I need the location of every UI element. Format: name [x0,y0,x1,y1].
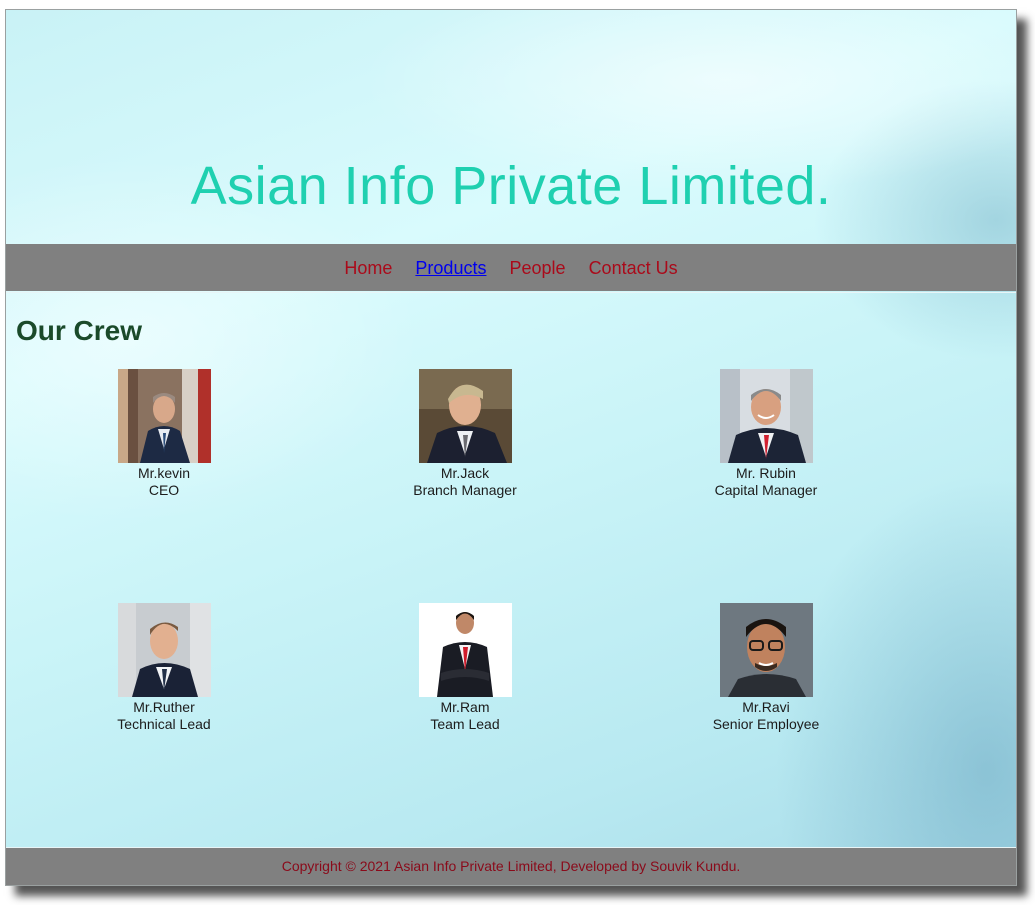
photo-jack [418,369,512,463]
photo-ram [418,603,512,697]
nav-link-home[interactable]: Home [344,258,392,278]
copyright-text: Copyright © 2021 Asian Info Private Limi… [281,858,741,874]
page-frame: Asian Info Private Limited. Home Product… [5,9,1017,886]
header-banner: Asian Info Private Limited. [6,10,1016,244]
member-name: Mr.Jack [440,465,490,481]
photo-kevin [117,369,211,463]
section-heading: Our Crew [16,315,143,346]
member-role: Branch Manager [413,482,517,498]
member-name: Mr.kevin [137,465,191,481]
member-name: Mr.Ruther [133,699,195,715]
main-content: Our Crew Mr.kevin CEO Mr.Jack Branch Man… [6,292,1016,847]
member-role: Capital Manager [714,482,818,498]
member-role: Technical Lead [117,716,211,732]
crew-card-ruther: Mr.Ruther Technical Lead [64,603,264,733]
photo-rubin [719,369,813,463]
photo-ruther [117,603,211,697]
member-name: Mr.Ram [440,699,490,715]
crew-card-ram: Mr.Ram Team Lead [365,603,565,733]
photo-ravi [719,603,813,697]
member-name: Mr.Ravi [742,699,790,715]
footer-bar: Copyright © 2021 Asian Info Private Limi… [6,847,1016,885]
nav-link-people[interactable]: People [509,258,565,278]
crew-card-jack: Mr.Jack Branch Manager [365,369,565,499]
crew-card-kevin: Mr.kevin CEO [64,369,264,499]
crew-card-ravi: Mr.Ravi Senior Employee [666,603,866,733]
member-role: Team Lead [430,716,500,732]
site-title: Asian Info Private Limited. [190,156,832,216]
nav-bar: Home Products People Contact Us [6,244,1016,291]
member-role: Senior Employee [712,716,820,732]
member-name: Mr. Rubin [736,465,796,481]
nav-link-products[interactable]: Products [415,258,486,278]
nav-link-contact-us[interactable]: Contact Us [589,258,678,278]
member-role: CEO [148,482,180,498]
crew-card-rubin: Mr. Rubin Capital Manager [666,369,866,499]
